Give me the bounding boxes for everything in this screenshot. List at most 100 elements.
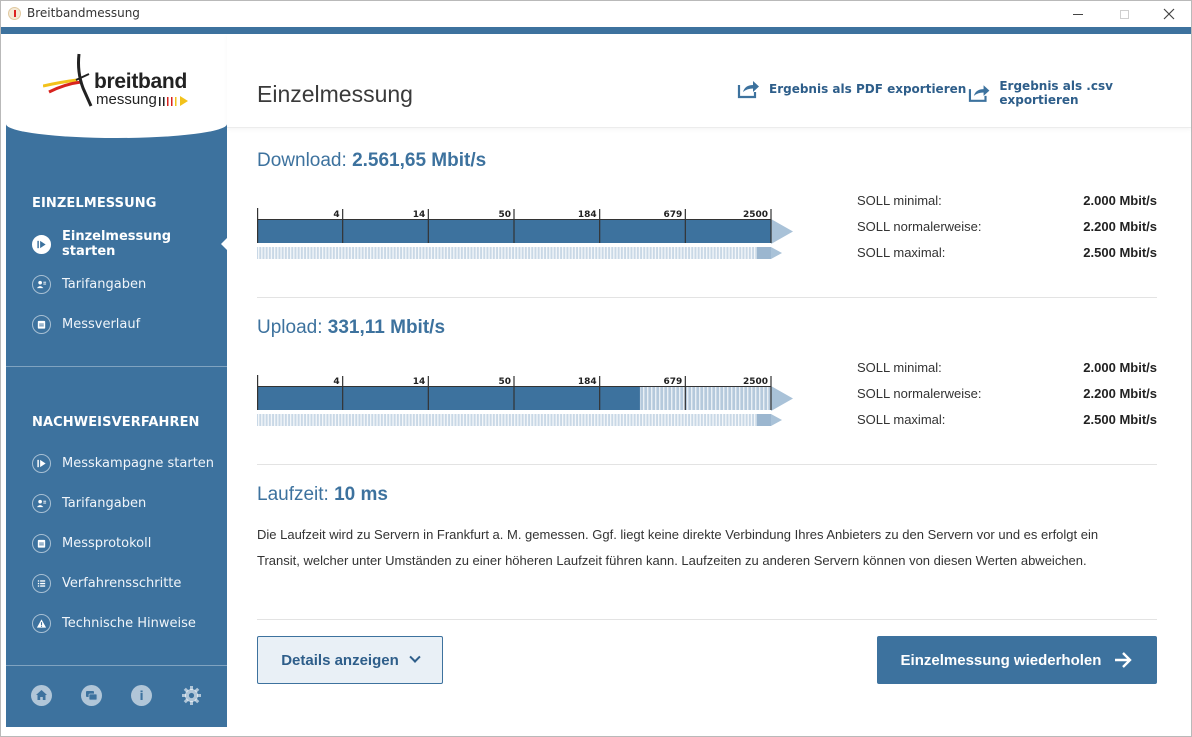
gauge-strip-stripe	[344, 414, 346, 426]
soll-value: 2.000 Mbit/s	[1083, 192, 1157, 208]
download-title: Download: 2.561,65 Mbit/s	[257, 150, 486, 172]
gauge-strip-stripe	[754, 414, 756, 426]
gauge-strip-stripe	[581, 414, 583, 426]
minimize-button[interactable]	[1055, 1, 1101, 27]
gauge-strip-stripe	[734, 414, 737, 426]
gauge-strip-stripe	[578, 247, 580, 259]
breitbandmessung-logo[interactable]: breitband messung	[43, 50, 203, 120]
gauge-strip-stripe	[667, 247, 669, 259]
gauge-strip-stripe	[341, 247, 343, 259]
nav-messprotokoll[interactable]: Messprotokoll	[32, 529, 227, 557]
gauge-strip-stripe	[494, 414, 497, 426]
nav-messverlauf[interactable]: Messverlauf	[32, 310, 227, 338]
nav-tarifangaben-2[interactable]: Tarifangaben	[32, 489, 227, 517]
gauge-strip-stripe	[478, 414, 481, 426]
gauge-strip-stripe	[261, 414, 263, 426]
details-button[interactable]: Details anzeigen	[257, 636, 443, 684]
nav-messkampagne-starten[interactable]: Messkampagne starten	[32, 449, 227, 477]
main-content: Einzelmessung Ergebnis als PDF exportier…	[227, 34, 1191, 736]
info-icon[interactable]: i	[131, 685, 152, 706]
gauge-strip-stripe	[709, 414, 711, 426]
gauge-strip-stripe	[277, 414, 279, 426]
gauge-strip-stripe	[277, 247, 279, 259]
gauge-strip-stripe	[274, 414, 276, 426]
gauge-strip-stripe	[459, 247, 461, 259]
gauge-strip-stripe	[411, 414, 413, 426]
gauge-strip-stripe	[267, 414, 269, 426]
export-pdf-button[interactable]: Ergebnis als PDF exportieren	[737, 79, 966, 99]
gauge-tick-label: 14	[413, 210, 426, 220]
gauge-strip-stripe	[517, 414, 519, 426]
nav-verfahrensschritte[interactable]: Verfahrensschritte	[32, 569, 227, 597]
chevron-down-icon	[409, 651, 421, 663]
gauge-axis-start	[257, 208, 259, 243]
gauge-strip-stripe	[453, 247, 455, 259]
gauge-strip-stripe	[379, 247, 381, 259]
gauge-strip-stripe	[280, 247, 282, 259]
gauge-strip-stripe	[309, 414, 311, 426]
gauge-strip-stripe	[744, 414, 746, 426]
details-label: Details anzeigen	[281, 651, 399, 669]
gauge-strip-stripe	[510, 414, 513, 426]
gauge-strip-stripe	[414, 247, 417, 259]
home-icon[interactable]	[31, 685, 52, 706]
close-button[interactable]	[1146, 1, 1192, 27]
gauge-strip-stripe	[693, 414, 695, 426]
sidebar-divider	[6, 366, 227, 367]
gauge-strip-stripe	[392, 247, 394, 259]
nav-technische-hinweise[interactable]: Technische Hinweise	[32, 609, 227, 637]
gauge-tick-label: 50	[498, 210, 511, 220]
section-divider	[257, 464, 1157, 465]
maximize-button[interactable]	[1101, 1, 1147, 27]
repeat-measurement-button[interactable]: Einzelmessung wiederholen	[877, 636, 1157, 684]
chat-icon[interactable]	[81, 685, 102, 706]
gauge-strip-stripe	[699, 247, 701, 259]
gauge-strip-stripe	[651, 414, 653, 426]
gauge-strip-stripe	[475, 414, 477, 426]
gauge-strip-stripe	[456, 414, 458, 426]
gauge-strip-stripe	[507, 414, 509, 426]
gauge-strip-stripe	[373, 414, 375, 426]
gauge-strip-stripe	[747, 414, 749, 426]
gauge-strip-stripe	[565, 247, 567, 259]
gauge-strip-stripe	[709, 247, 711, 259]
gauge-strip-stripe	[738, 414, 740, 426]
soll-value: 2.200 Mbit/s	[1083, 385, 1157, 401]
gauge-strip-stripe	[258, 414, 260, 426]
gauge-strip-stripe	[357, 247, 359, 259]
gauge-strip-stripe	[754, 247, 756, 259]
gauge-track-stripe	[743, 387, 745, 410]
soll-label: SOLL minimal:	[857, 192, 942, 208]
gauge-strip-stripe	[286, 247, 289, 259]
gauge-strip-stripe	[571, 247, 573, 259]
gauge-strip-stripe	[347, 247, 349, 259]
gauge-strip-arrow-icon	[771, 247, 782, 259]
gauge-strip-stripe	[533, 247, 535, 259]
gauge-strip-stripe	[603, 247, 605, 259]
gauge-strip-stripe	[424, 414, 426, 426]
gauge-strip-stripe	[472, 414, 474, 426]
soll-row: SOLL maximal: 2.500 Mbit/s	[857, 239, 1157, 265]
gauge-strip-stripe	[526, 414, 529, 426]
gauge-strip-stripe	[667, 414, 669, 426]
gauge-strip-stripe	[616, 247, 618, 259]
gauge-strip-stripe	[546, 247, 548, 259]
gauge-strip-stripe	[376, 414, 378, 426]
gauge-strip-stripe	[341, 414, 343, 426]
export-csv-button[interactable]: Ergebnis als .csv exportieren	[968, 79, 1191, 107]
nav-label: Technische Hinweise	[62, 615, 196, 631]
gauge-strip-stripe	[363, 414, 365, 426]
nav-einzelmessung-starten[interactable]: Einzelmessung starten	[32, 229, 227, 259]
section-heading-einzelmessung: EINZELMESSUNG	[32, 196, 157, 211]
gauge-strip-stripe	[600, 414, 602, 426]
gear-icon[interactable]	[181, 685, 202, 706]
logo-text-line2: messung	[96, 91, 157, 108]
gauge-strip-stripe	[482, 247, 484, 259]
gauge-strip-stripe	[322, 414, 324, 426]
nav-tarifangaben[interactable]: Tarifangaben	[32, 270, 227, 298]
gauge-tick	[599, 209, 601, 243]
gauge-strip-stripe	[299, 414, 301, 426]
download-label: Download:	[257, 150, 353, 171]
gauge-strip-stripe	[686, 414, 689, 426]
export-icon	[968, 85, 990, 102]
